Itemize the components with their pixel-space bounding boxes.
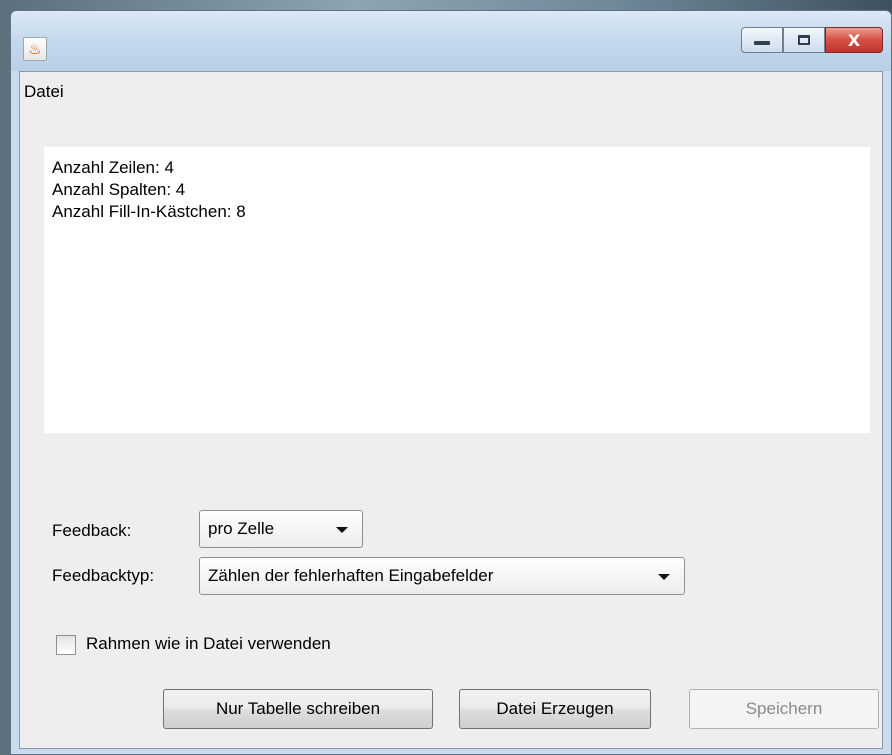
rahmen-checkbox[interactable] <box>56 635 76 655</box>
chevron-down-icon <box>336 527 348 533</box>
info-line-columns: Anzahl Spalten: 4 <box>52 180 186 199</box>
menu-bar: Datei <box>20 72 882 112</box>
close-icon: X <box>847 30 861 50</box>
maximize-button[interactable] <box>783 27 825 53</box>
info-text-area[interactable]: Anzahl Zeilen: 4 Anzahl Spalten: 4 Anzah… <box>44 147 870 433</box>
menu-datei[interactable]: Datei <box>24 82 64 102</box>
client-area: Datei Anzahl Zeilen: 4 Anzahl Spalten: 4… <box>19 71 883 749</box>
info-line-rows: Anzahl Zeilen: 4 <box>52 158 174 177</box>
maximize-icon <box>798 35 810 45</box>
feedbacktyp-label: Feedbacktyp: <box>52 566 155 585</box>
feedbacktyp-dropdown[interactable]: Zählen der fehlerhaften Eingabefelder <box>199 557 685 595</box>
datei-erzeugen-button[interactable]: Datei Erzeugen <box>459 689 651 729</box>
minimize-button[interactable] <box>741 27 783 53</box>
java-app-icon[interactable]: ♨ <box>23 37 47 61</box>
feedbacktyp-dropdown-value: Zählen der fehlerhaften Eingabefelder <box>208 566 494 585</box>
speichern-button[interactable]: Speichern <box>689 689 879 729</box>
app-window: ♨ X Datei Anzahl Zeilen: 4 Anzahl Spalte… <box>10 10 892 755</box>
window-controls: X <box>741 27 883 53</box>
feedback-dropdown[interactable]: pro Zelle <box>199 510 363 548</box>
title-bar[interactable]: ♨ X <box>11 11 891 71</box>
close-button[interactable]: X <box>825 27 883 53</box>
rahmen-checkbox-label[interactable]: Rahmen wie in Datei verwenden <box>86 634 331 654</box>
feedback-label: Feedback: <box>52 521 132 540</box>
nur-tabelle-schreiben-button[interactable]: Nur Tabelle schreiben <box>163 689 433 729</box>
minimize-icon <box>754 41 770 45</box>
info-line-fill-in: Anzahl Fill-In-Kästchen: 8 <box>52 202 246 221</box>
feedback-dropdown-value: pro Zelle <box>208 519 275 538</box>
chevron-down-icon <box>658 574 670 580</box>
